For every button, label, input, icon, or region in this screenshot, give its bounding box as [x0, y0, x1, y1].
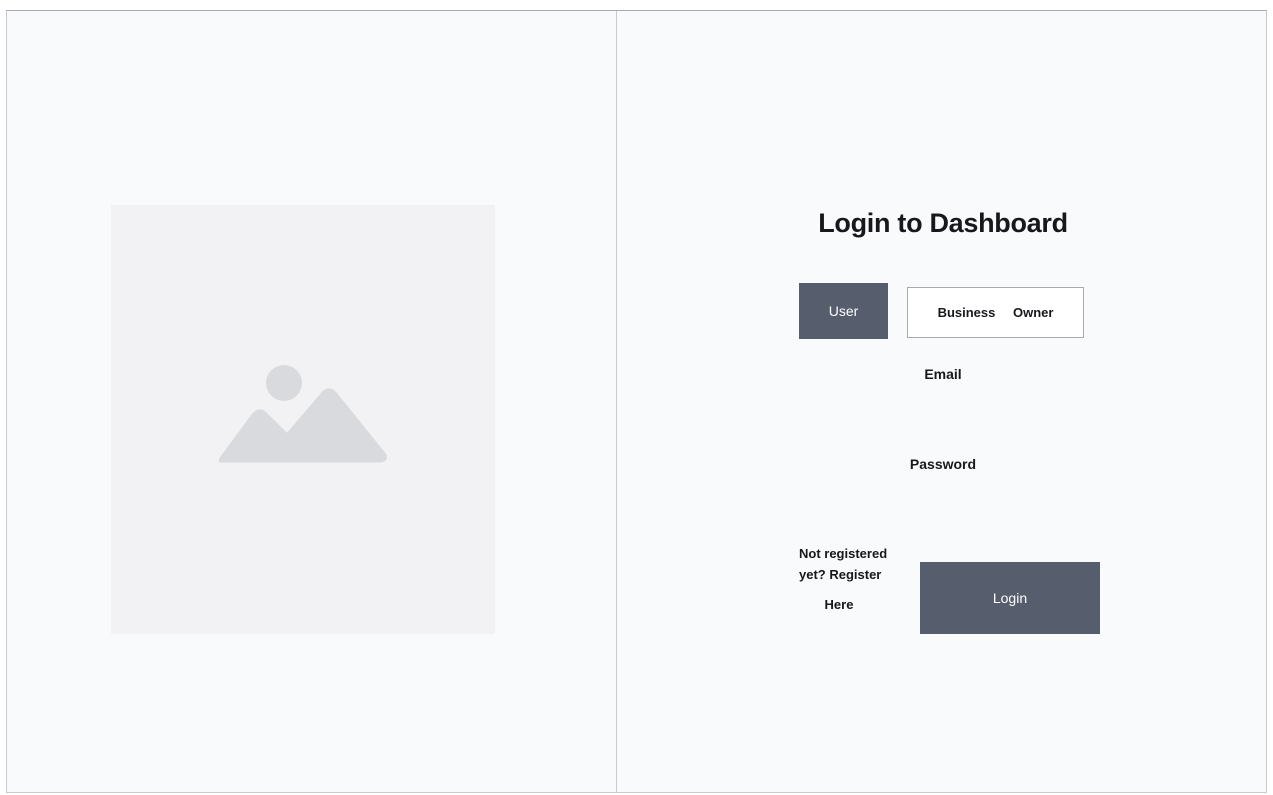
hero-image: [111, 205, 495, 634]
tab-business-owner[interactable]: Business Owner: [907, 287, 1084, 338]
register-link-line-2: yet? Register: [799, 567, 882, 582]
left-panel: [7, 11, 617, 792]
page-frame: Login to Dashboard User Business Owner E…: [6, 10, 1267, 793]
register-link-line-3: Here: [824, 597, 854, 612]
email-field[interactable]: [849, 396, 1037, 422]
tab-user[interactable]: User: [799, 283, 888, 339]
password-field[interactable]: [849, 486, 1037, 512]
login-button[interactable]: Login: [920, 562, 1100, 634]
password-label: Password: [909, 456, 977, 472]
page-title: Login to Dashboard: [818, 208, 1068, 238]
register-link[interactable]: Not registered yet? Register Here: [799, 543, 899, 615]
register-link-line-1: Not registered: [799, 546, 888, 561]
tab-business-owner-label: Business Owner: [937, 305, 1054, 320]
email-label: Email: [924, 366, 962, 382]
login-panel: Login to Dashboard User Business Owner E…: [618, 11, 1266, 792]
image-placeholder-icon: [219, 365, 387, 463]
